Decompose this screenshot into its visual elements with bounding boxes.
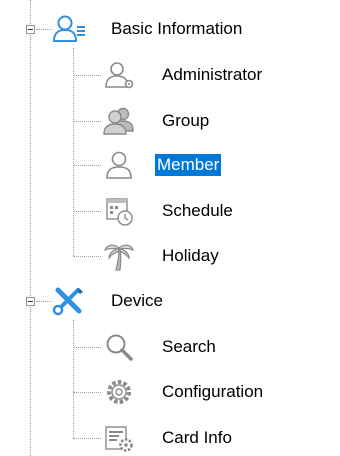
tree-connector <box>73 48 74 256</box>
tree-connector <box>73 438 101 439</box>
navigation-tree: Basic Information Administrator Group Me… <box>0 0 340 456</box>
tree-node-label: Card Info <box>162 428 232 447</box>
tree-node-label: Device <box>111 291 163 310</box>
tree-connector <box>36 301 52 302</box>
tree-connector <box>73 75 101 76</box>
tree-node-label: Holiday <box>162 246 219 265</box>
tree-node-label: Group <box>162 111 210 130</box>
user-group-icon <box>102 105 136 137</box>
tree-connector <box>73 256 101 257</box>
tree-connector <box>30 0 31 456</box>
tree-connector <box>73 211 101 212</box>
tree-connector <box>73 121 101 122</box>
tree-connector <box>36 29 52 30</box>
users-list-icon <box>52 13 86 45</box>
tree-connector <box>73 320 74 438</box>
palm-tree-icon <box>102 240 136 272</box>
admin-user-gear-icon <box>102 59 136 91</box>
tree-connector <box>73 165 101 166</box>
tree-connector <box>73 392 101 393</box>
collapse-toggle-device[interactable] <box>26 297 35 306</box>
tree-node-label-selected: Member <box>155 154 222 176</box>
gears-icon <box>102 376 136 408</box>
tree-connector <box>73 347 101 348</box>
magnifier-icon <box>102 331 136 363</box>
calendar-clock-icon <box>102 195 136 227</box>
tree-node-label: Search <box>162 337 216 356</box>
user-icon <box>102 149 136 181</box>
wrench-screwdriver-icon <box>52 285 86 317</box>
card-gear-icon <box>102 422 136 454</box>
tree-node-label: Basic Information <box>111 19 243 38</box>
tree-node-label: Schedule <box>162 201 233 220</box>
tree-node-label: Administrator <box>162 65 263 84</box>
tree-node-label: Configuration <box>162 382 264 401</box>
collapse-toggle-basic-information[interactable] <box>26 25 35 34</box>
